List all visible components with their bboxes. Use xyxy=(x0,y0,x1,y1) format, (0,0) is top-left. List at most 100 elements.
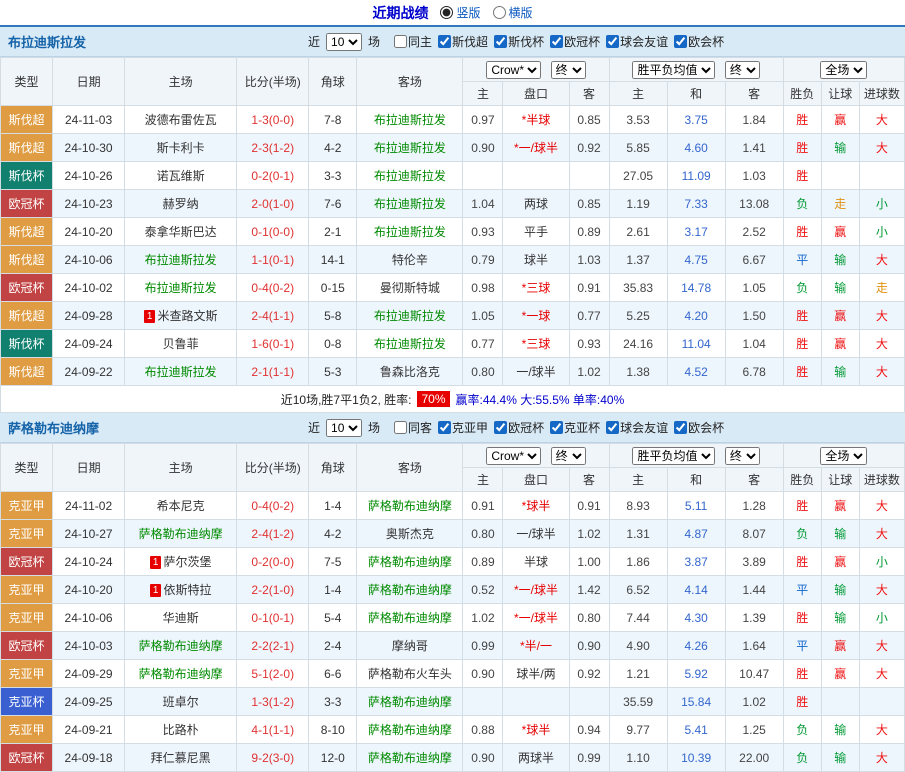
vertical-radio[interactable] xyxy=(440,6,453,19)
home-team-link[interactable]: 赫罗纳 xyxy=(163,197,199,211)
away-team-link[interactable]: 摩纳哥 xyxy=(392,639,428,653)
away-team-link[interactable]: 萨格勒布迪纳摩 xyxy=(368,723,452,737)
match-row: 克亚甲24-10-201依斯特拉2-2(1-0)1-4萨格勒布迪纳摩0.52*一… xyxy=(1,576,905,604)
away-team-link[interactable]: 布拉迪斯拉发 xyxy=(374,141,446,155)
league-filter-checkbox[interactable] xyxy=(674,35,687,48)
home-team-link[interactable]: 比路朴 xyxy=(163,723,199,737)
same-venue-filter[interactable]: 同主 xyxy=(394,33,432,50)
away-team-link[interactable]: 曼彻斯特城 xyxy=(380,281,440,295)
odds-type-select[interactable]: 胜平负均值 xyxy=(632,447,715,465)
layout-option-horizontal[interactable]: 横版 xyxy=(493,4,533,21)
team-name[interactable]: 萨格勒布迪纳摩 xyxy=(8,418,308,437)
match-score: 2-1(1-1) xyxy=(237,358,309,386)
home-team-link[interactable]: 诺瓦维斯 xyxy=(157,169,205,183)
odds-type-select[interactable]: 胜平负均值 xyxy=(632,61,715,79)
league-filter-checkbox[interactable] xyxy=(606,35,619,48)
home-team-link[interactable]: 萨格勒布迪纳摩 xyxy=(139,527,223,541)
away-team-link[interactable]: 布拉迪斯拉发 xyxy=(374,113,446,127)
home-team-link[interactable]: 泰拿华斯巴达 xyxy=(145,225,217,239)
col-away: 客场 xyxy=(357,58,463,106)
league-filter[interactable]: 球会友谊 xyxy=(606,419,668,436)
home-team-link[interactable]: 布拉迪斯拉发 xyxy=(145,253,217,267)
euro-home-odds: 1.31 xyxy=(609,520,667,548)
league-filter-checkbox[interactable] xyxy=(438,35,451,48)
euro-draw-odds: 14.78 xyxy=(667,274,725,302)
corner-score: 6-6 xyxy=(309,660,357,688)
company-select[interactable]: Crow* xyxy=(486,61,541,79)
away-team-link[interactable]: 布拉迪斯拉发 xyxy=(374,309,446,323)
away-team-link[interactable]: 奥斯杰克 xyxy=(386,527,434,541)
league-filter[interactable]: 欧冠杯 xyxy=(494,419,544,436)
company-select[interactable]: Crow* xyxy=(486,447,541,465)
away-team-link[interactable]: 布拉迪斯拉发 xyxy=(374,337,446,351)
home-team-link[interactable]: 斯卡利卡 xyxy=(157,141,205,155)
league-filter[interactable]: 欧会杯 xyxy=(674,33,724,50)
home-team-link[interactable]: 拜仁慕尼黑 xyxy=(151,751,211,765)
halftime-score: (0-1) xyxy=(269,253,294,267)
away-team-link[interactable]: 萨格勒布迪纳摩 xyxy=(368,555,452,569)
rank-badge: 1 xyxy=(150,556,162,569)
final-select-2[interactable]: 终 xyxy=(725,61,760,79)
league-filter-checkbox[interactable] xyxy=(550,35,563,48)
home-team-link[interactable]: 布拉迪斯拉发 xyxy=(145,281,217,295)
team-name[interactable]: 布拉迪斯拉发 xyxy=(8,32,308,51)
final-select[interactable]: 终 xyxy=(551,447,586,465)
league-filter-checkbox[interactable] xyxy=(438,421,451,434)
home-team-link[interactable]: 萨格勒布迪纳摩 xyxy=(139,639,223,653)
home-team-link[interactable]: 米查路文斯 xyxy=(157,309,217,323)
home-team-link[interactable]: 萨尔茨堡 xyxy=(163,555,211,569)
home-team-cell: 萨格勒布迪纳摩 xyxy=(125,520,237,548)
away-team-link[interactable]: 特伦辛 xyxy=(392,253,428,267)
result-handicap: 赢 xyxy=(821,548,859,576)
match-count-select[interactable]: 10 xyxy=(326,33,362,51)
same-venue-filter[interactable]: 同客 xyxy=(394,419,432,436)
away-team-link[interactable]: 萨格勒布迪纳摩 xyxy=(368,583,452,597)
away-team-link[interactable]: 布拉迪斯拉发 xyxy=(374,225,446,239)
away-team-link[interactable]: 布拉迪斯拉发 xyxy=(374,197,446,211)
home-team-link[interactable]: 波德布雷佐瓦 xyxy=(145,113,217,127)
scope-select[interactable]: 全场 xyxy=(820,447,867,465)
away-team-link[interactable]: 萨格勒布迪纳摩 xyxy=(368,499,452,513)
corner-score: 0-15 xyxy=(309,274,357,302)
away-team-link[interactable]: 萨格勒布火车头 xyxy=(368,667,452,681)
league-filter-checkbox[interactable] xyxy=(550,421,563,434)
same-venue-filter-checkbox[interactable] xyxy=(394,35,407,48)
home-team-link[interactable]: 布拉迪斯拉发 xyxy=(145,365,217,379)
league-filter[interactable]: 斯伐超 xyxy=(438,33,488,50)
match-count-select[interactable]: 10 xyxy=(326,419,362,437)
league-filter[interactable]: 欧会杯 xyxy=(674,419,724,436)
home-team-link[interactable]: 贝鲁菲 xyxy=(163,337,199,351)
horizontal-radio[interactable] xyxy=(493,6,506,19)
league-filter[interactable]: 斯伐杯 xyxy=(494,33,544,50)
league-filter-checkbox[interactable] xyxy=(674,421,687,434)
euro-away-odds: 10.47 xyxy=(725,660,783,688)
match-score: 4-1(1-1) xyxy=(237,716,309,744)
scope-select[interactable]: 全场 xyxy=(820,61,867,79)
home-team-cell: 1米查路文斯 xyxy=(125,302,237,330)
league-filter[interactable]: 克亚甲 xyxy=(438,419,488,436)
final-select-2[interactable]: 终 xyxy=(725,447,760,465)
away-team-link[interactable]: 鲁森比洛克 xyxy=(380,365,440,379)
home-team-link[interactable]: 依斯特拉 xyxy=(163,583,211,597)
same-venue-filter-checkbox[interactable] xyxy=(394,421,407,434)
league-filter[interactable]: 克亚杯 xyxy=(550,419,600,436)
league-type-badge: 欧冠杯 xyxy=(1,548,53,576)
home-team-link[interactable]: 班卓尔 xyxy=(163,695,199,709)
away-team-link[interactable]: 布拉迪斯拉发 xyxy=(374,169,446,183)
league-filter-checkbox[interactable] xyxy=(494,35,507,48)
away-team-link[interactable]: 萨格勒布迪纳摩 xyxy=(368,751,452,765)
handicap-home-odds: 0.80 xyxy=(463,358,503,386)
league-filter-checkbox[interactable] xyxy=(606,421,619,434)
league-filter[interactable]: 球会友谊 xyxy=(606,33,668,50)
final-select[interactable]: 终 xyxy=(551,61,586,79)
league-filter-checkbox[interactable] xyxy=(494,421,507,434)
result-goals: 小 xyxy=(859,218,904,246)
fulltime-score: 1-6 xyxy=(251,337,268,351)
layout-option-vertical[interactable]: 竖版 xyxy=(440,4,480,21)
home-team-link[interactable]: 萨格勒布迪纳摩 xyxy=(139,667,223,681)
away-team-link[interactable]: 萨格勒布迪纳摩 xyxy=(368,695,452,709)
home-team-link[interactable]: 希本尼克 xyxy=(157,499,205,513)
league-filter[interactable]: 欧冠杯 xyxy=(550,33,600,50)
home-team-link[interactable]: 华迪斯 xyxy=(163,611,199,625)
away-team-link[interactable]: 萨格勒布迪纳摩 xyxy=(368,611,452,625)
